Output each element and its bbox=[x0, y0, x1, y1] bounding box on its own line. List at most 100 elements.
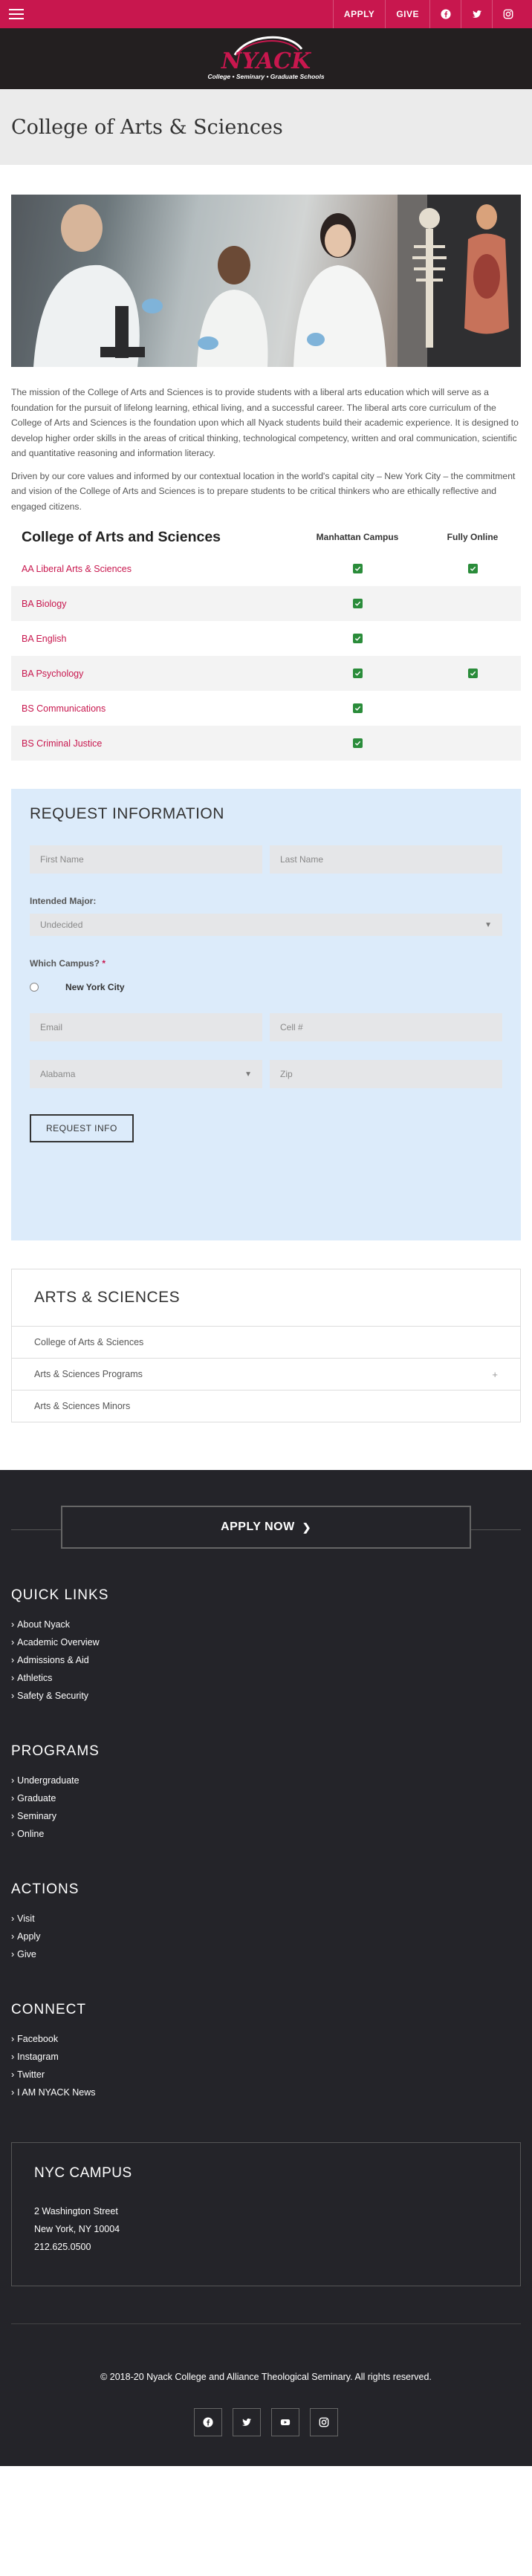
major-select[interactable]: Undecided ▼ bbox=[30, 914, 502, 936]
campus-phone[interactable]: 212.625.0500 bbox=[34, 2238, 498, 2256]
program-link[interactable]: BA Biology bbox=[11, 599, 291, 609]
youtube-icon[interactable] bbox=[271, 2408, 299, 2436]
description: The mission of the College of Arts and S… bbox=[0, 385, 532, 514]
required-marker: * bbox=[102, 958, 106, 969]
footer-link[interactable]: Visit bbox=[11, 1910, 521, 1928]
connect-title: CONNECT bbox=[11, 2002, 86, 2017]
footer-link[interactable]: Twitter bbox=[11, 2066, 521, 2084]
programs-table-header: College of Arts and Sciences Manhattan C… bbox=[11, 523, 521, 551]
footer-link[interactable]: Instagram bbox=[11, 2048, 521, 2066]
state-select[interactable]: Alabama ▼ bbox=[30, 1060, 262, 1088]
apply-link[interactable]: APPLY bbox=[332, 0, 385, 28]
footer-link[interactable]: I AM NYACK News bbox=[11, 2084, 521, 2101]
checkbox-checked-icon bbox=[352, 738, 363, 748]
footer-link[interactable]: Online bbox=[11, 1825, 521, 1843]
logo-tagline: College • Seminary • Graduate Schools bbox=[207, 73, 324, 80]
program-row: BA Biology bbox=[11, 586, 521, 621]
footer-link[interactable]: Undergraduate bbox=[11, 1772, 521, 1789]
footer-link[interactable]: Athletics bbox=[11, 1669, 521, 1687]
manhattan-column-header: Manhattan Campus bbox=[316, 532, 399, 542]
program-row: BS Criminal Justice bbox=[11, 726, 521, 761]
facebook-icon[interactable] bbox=[194, 2408, 222, 2436]
brand-bar: NYACK College • Seminary • Graduate Scho… bbox=[0, 28, 532, 89]
programs-table: College of Arts and Sciences Manhattan C… bbox=[11, 523, 521, 761]
footer-link[interactable]: Safety & Security bbox=[11, 1687, 521, 1705]
program-link[interactable]: BA Psychology bbox=[11, 669, 291, 679]
section-nav-item[interactable]: College of Arts & Sciences bbox=[12, 1326, 520, 1358]
logo-wordmark: NYACK bbox=[221, 48, 312, 74]
checkbox-checked-icon bbox=[467, 669, 478, 678]
cell-field[interactable]: Cell # bbox=[270, 1013, 502, 1041]
program-row: AA Liberal Arts & Sciences bbox=[11, 551, 521, 586]
section-nav: ARTS & SCIENCES College of Arts & Scienc… bbox=[11, 1269, 521, 1422]
nyack-logo[interactable]: NYACK College • Seminary • Graduate Scho… bbox=[207, 33, 325, 85]
campus-radio[interactable] bbox=[30, 983, 39, 992]
program-link[interactable]: BS Communications bbox=[11, 703, 291, 714]
top-bar: APPLY GIVE bbox=[0, 0, 532, 28]
twitter-icon[interactable] bbox=[233, 2408, 261, 2436]
campus-box: NYC CAMPUS 2 Washington Street New York,… bbox=[11, 2142, 521, 2286]
campus-title: NYC CAMPUS bbox=[34, 2165, 132, 2181]
footer-link[interactable]: Give bbox=[11, 1945, 521, 1963]
online-column-header: Fully Online bbox=[447, 532, 499, 542]
expand-icon[interactable]: + bbox=[492, 1369, 498, 1380]
state-select-value: Alabama bbox=[40, 1069, 76, 1079]
page-title-bar: College of Arts & Sciences bbox=[0, 89, 532, 165]
chevron-down-icon: ▼ bbox=[484, 920, 492, 929]
give-link[interactable]: GIVE bbox=[385, 0, 429, 28]
footer-link[interactable]: Apply bbox=[11, 1928, 521, 1945]
facebook-icon[interactable] bbox=[429, 0, 461, 28]
program-row: BA English bbox=[11, 621, 521, 656]
instagram-icon[interactable] bbox=[310, 2408, 338, 2436]
footer-link[interactable]: Seminary bbox=[11, 1807, 521, 1825]
footer-link[interactable]: About Nyack bbox=[11, 1616, 521, 1633]
program-row: BS Communications bbox=[11, 691, 521, 726]
campus-option[interactable]: New York City bbox=[30, 982, 502, 992]
footer-link[interactable]: Admissions & Aid bbox=[11, 1651, 521, 1669]
footer-link[interactable]: Academic Overview bbox=[11, 1633, 521, 1651]
program-link[interactable]: BS Criminal Justice bbox=[11, 738, 291, 749]
connect-section: CONNECT Facebook Instagram Twitter I AM … bbox=[0, 2002, 532, 2101]
programs-title: PROGRAMS bbox=[11, 1743, 100, 1759]
hero-image bbox=[11, 195, 521, 367]
instagram-icon[interactable] bbox=[492, 0, 523, 28]
menu-icon[interactable] bbox=[9, 9, 24, 19]
major-label: Intended Major: bbox=[30, 896, 97, 906]
program-link[interactable]: BA English bbox=[11, 634, 291, 644]
section-nav-item-label: College of Arts & Sciences bbox=[34, 1337, 144, 1347]
campus-address-line: 2 Washington Street bbox=[34, 2206, 118, 2216]
section-nav-item[interactable]: Arts & Sciences Programs + bbox=[12, 1358, 520, 1390]
checkbox-checked-icon bbox=[352, 703, 363, 713]
program-link[interactable]: AA Liberal Arts & Sciences bbox=[11, 564, 291, 574]
programs-section: PROGRAMS Undergraduate Graduate Seminary… bbox=[0, 1743, 532, 1843]
email-field[interactable]: Email bbox=[30, 1013, 262, 1041]
checkbox-checked-icon bbox=[352, 564, 363, 573]
quick-links-title: QUICK LINKS bbox=[11, 1587, 109, 1603]
request-info-button[interactable]: REQUEST INFO bbox=[30, 1114, 134, 1142]
request-info-form: REQUEST INFORMATION First Name Last Name… bbox=[11, 789, 521, 1240]
form-title: REQUEST INFORMATION bbox=[30, 805, 224, 822]
manhattan-availability bbox=[291, 599, 424, 608]
page-title: College of Arts & Sciences bbox=[11, 115, 283, 139]
quick-links-section: QUICK LINKS About Nyack Academic Overvie… bbox=[0, 1587, 532, 1705]
section-nav-item-label: Arts & Sciences Programs bbox=[34, 1369, 143, 1379]
campus-label-text: Which Campus? bbox=[30, 958, 100, 969]
section-nav-item-label: Arts & Sciences Minors bbox=[34, 1401, 131, 1411]
checkbox-checked-icon bbox=[352, 634, 363, 643]
first-name-field[interactable]: First Name bbox=[30, 845, 262, 874]
footer-link[interactable]: Facebook bbox=[11, 2030, 521, 2048]
campus-label: Which Campus? * bbox=[30, 958, 502, 969]
apply-now-button[interactable]: APPLY NOW ❯ bbox=[61, 1506, 471, 1549]
checkbox-checked-icon bbox=[352, 669, 363, 678]
footer: APPLY NOW ❯ QUICK LINKS About Nyack Acad… bbox=[0, 1470, 532, 2466]
manhattan-availability bbox=[291, 634, 424, 643]
zip-field[interactable]: Zip bbox=[270, 1060, 502, 1088]
twitter-icon[interactable] bbox=[461, 0, 492, 28]
last-name-field[interactable]: Last Name bbox=[270, 845, 502, 874]
footer-link[interactable]: Graduate bbox=[11, 1789, 521, 1807]
campus-option-label: New York City bbox=[65, 982, 125, 992]
section-nav-item[interactable]: Arts & Sciences Minors bbox=[12, 1390, 520, 1422]
campus-address-line: New York, NY 10004 bbox=[34, 2224, 120, 2234]
chevron-down-icon: ▼ bbox=[244, 1070, 252, 1079]
online-availability bbox=[424, 564, 521, 573]
